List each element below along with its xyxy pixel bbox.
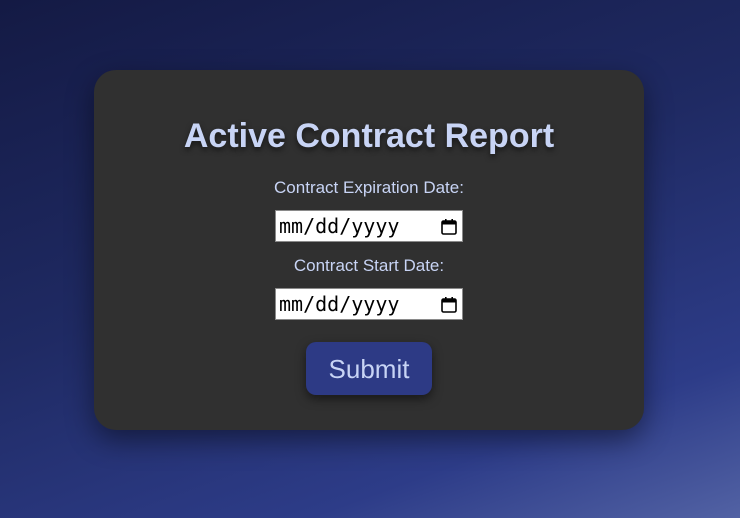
calendar-icon[interactable] [440, 217, 458, 235]
start-date-input[interactable]: mm/dd/yyyy [275, 288, 463, 320]
start-date-label: Contract Start Date: [293, 256, 445, 275]
submit-button[interactable]: Submit [306, 342, 432, 395]
report-card: Active Contract Report Contract Expirati… [94, 70, 644, 430]
expiration-date-label: Contract Expiration Date: [274, 178, 464, 197]
start-date-placeholder: mm/dd/yyyy [279, 292, 400, 316]
page-title: Active Contract Report [183, 117, 555, 155]
calendar-icon[interactable] [440, 295, 458, 313]
expiration-date-placeholder: mm/dd/yyyy [279, 214, 400, 238]
expiration-date-input[interactable]: mm/dd/yyyy [275, 210, 463, 242]
